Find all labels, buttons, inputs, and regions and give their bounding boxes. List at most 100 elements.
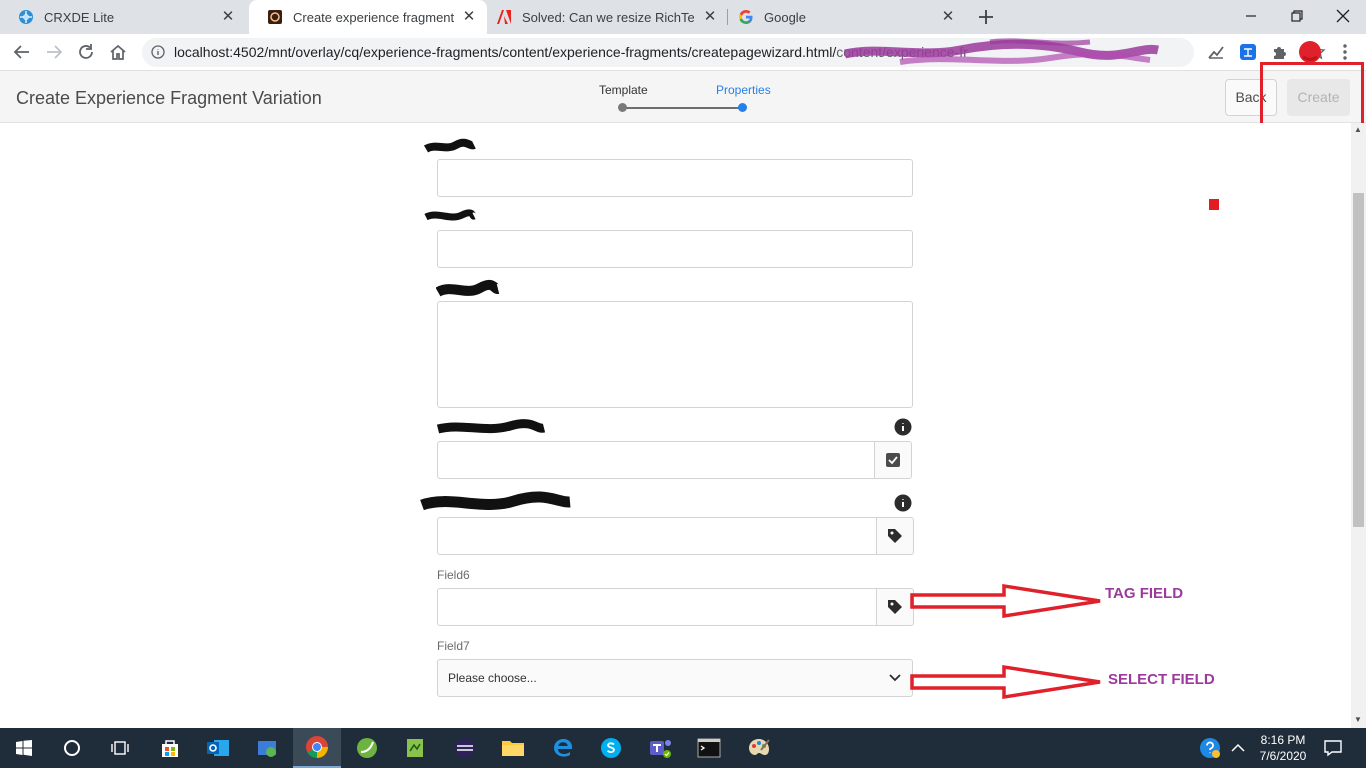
store-icon xyxy=(162,740,178,757)
field6-tag-input[interactable] xyxy=(437,588,877,626)
forward-arrow-icon[interactable] xyxy=(44,42,64,62)
scrollbar-thumb[interactable] xyxy=(1353,193,1364,527)
back-arrow-icon[interactable] xyxy=(12,42,32,62)
paint-icon xyxy=(749,739,770,755)
select-field-arrow xyxy=(910,664,1101,700)
close-icon[interactable]: ✕ xyxy=(940,9,956,25)
tag-field-annotation: TAG FIELD xyxy=(1105,585,1184,602)
teams-icon xyxy=(650,740,671,758)
tab-google[interactable]: Google ✕ xyxy=(720,0,966,34)
help-icon[interactable] xyxy=(1199,737,1221,759)
scroll-down-icon[interactable]: ▼ xyxy=(1354,715,1362,724)
redacted-label xyxy=(424,209,476,221)
crxde-icon xyxy=(18,9,34,25)
tab-create-experience-fragment[interactable]: Create experience fragment ✕ xyxy=(249,0,487,34)
reload-icon[interactable] xyxy=(76,42,96,62)
start-button[interactable] xyxy=(0,728,48,768)
page-scrollbar[interactable]: ▲ ▼ xyxy=(1351,123,1366,728)
taskbar-file-explorer[interactable] xyxy=(489,728,537,768)
close-icon[interactable]: ✕ xyxy=(702,9,718,25)
spring-tools-icon xyxy=(357,738,377,758)
tag-picker-button[interactable] xyxy=(876,517,914,555)
chevron-up-icon[interactable] xyxy=(1228,738,1248,758)
redaction-scribble xyxy=(843,38,1159,65)
taskbar-store[interactable] xyxy=(146,728,194,768)
text-field-1[interactable] xyxy=(437,159,913,197)
task-view-icon xyxy=(111,741,129,755)
taskbar-outlook[interactable] xyxy=(194,728,242,768)
redacted-label xyxy=(420,491,571,511)
adobe-icon xyxy=(496,9,512,25)
step-properties-label[interactable]: Properties xyxy=(716,83,771,97)
clock-time: 8:16 PM xyxy=(1260,733,1306,747)
select-field-annotation: SELECT FIELD xyxy=(1108,671,1215,688)
notepad-icon xyxy=(407,739,423,757)
text-area-field[interactable] xyxy=(437,301,913,408)
tag-icon xyxy=(888,600,902,614)
red-marker xyxy=(1209,199,1219,210)
checkbox-icon xyxy=(886,453,900,467)
taskbar-terminal[interactable] xyxy=(685,728,733,768)
taskbar-app3[interactable] xyxy=(243,728,291,768)
tab-crxde[interactable]: CRXDE Lite ✕ xyxy=(0,0,246,34)
chrome-icon xyxy=(306,736,328,758)
kebab-menu-icon[interactable] xyxy=(1336,43,1354,61)
step-template-label[interactable]: Template xyxy=(599,83,648,97)
aem-icon xyxy=(267,9,283,25)
media-app-icon xyxy=(258,741,276,757)
pathfield-input[interactable] xyxy=(437,441,875,479)
minimize-icon[interactable] xyxy=(1241,6,1261,26)
tab-title: Create experience fragment xyxy=(293,9,455,25)
redacted-label xyxy=(436,279,500,297)
wizard-header: Create Experience Fragment Variation Tem… xyxy=(0,71,1366,123)
info-icon[interactable] xyxy=(894,418,912,436)
close-icon[interactable]: ✕ xyxy=(461,9,477,25)
tab-adobe-solved[interactable]: Solved: Can we resize RichTextEd ✕ xyxy=(478,0,728,34)
taskbar-eclipse[interactable] xyxy=(441,728,489,768)
field6-label: Field6 xyxy=(437,568,470,582)
notifications-icon[interactable] xyxy=(1323,738,1343,758)
tab-title: Google xyxy=(764,9,806,25)
extensions-puzzle-icon[interactable] xyxy=(1271,43,1289,61)
taskbar-spring[interactable] xyxy=(343,728,391,768)
taskbar-skype[interactable] xyxy=(587,728,635,768)
site-info-icon[interactable] xyxy=(151,45,165,59)
folder-icon xyxy=(502,741,524,756)
taskbar-paint[interactable] xyxy=(735,728,783,768)
field7-label: Field7 xyxy=(437,639,470,653)
system-clock[interactable]: 8:16 PM 7/6/2020 xyxy=(1252,732,1314,764)
cortana-search-button[interactable] xyxy=(48,728,96,768)
text-field-2[interactable] xyxy=(437,230,913,268)
taskbar-notepadpp[interactable] xyxy=(391,728,439,768)
step-connector xyxy=(626,107,740,109)
tag-icon xyxy=(888,529,902,543)
redacted-label xyxy=(436,419,546,434)
skype-icon xyxy=(601,738,621,758)
redacted-label xyxy=(424,138,476,153)
eclipse-icon xyxy=(455,738,475,758)
extension-translate-icon[interactable] xyxy=(1239,43,1257,61)
chevron-down-icon xyxy=(889,674,901,682)
taskbar-edge[interactable] xyxy=(539,728,587,768)
taskbar-teams[interactable] xyxy=(637,728,685,768)
page-title: Create Experience Fragment Variation xyxy=(16,88,322,108)
annotation-highlight-box xyxy=(1260,62,1364,128)
browser-tab-strip: CRXDE Lite ✕ Create experience fragment … xyxy=(0,0,1366,34)
step-properties-dot[interactable] xyxy=(738,103,747,112)
step-template-dot[interactable] xyxy=(618,103,627,112)
close-icon[interactable]: ✕ xyxy=(220,9,236,25)
home-icon[interactable] xyxy=(108,42,128,62)
taskbar-chrome[interactable] xyxy=(293,728,341,768)
info-icon[interactable] xyxy=(894,494,912,512)
browse-button[interactable] xyxy=(874,441,912,479)
wizard-steps: Template Properties xyxy=(590,83,790,117)
field7-select[interactable]: Please choose... xyxy=(437,659,913,697)
task-view-button[interactable] xyxy=(96,728,144,768)
restore-icon[interactable] xyxy=(1287,6,1307,26)
window-close-icon[interactable] xyxy=(1333,6,1353,26)
scroll-up-icon[interactable]: ▲ xyxy=(1354,125,1362,134)
tab-title: CRXDE Lite xyxy=(44,9,115,25)
extension-chart-icon[interactable] xyxy=(1207,43,1225,61)
new-tab-icon[interactable] xyxy=(976,7,996,27)
tag-field-input[interactable] xyxy=(437,517,877,555)
